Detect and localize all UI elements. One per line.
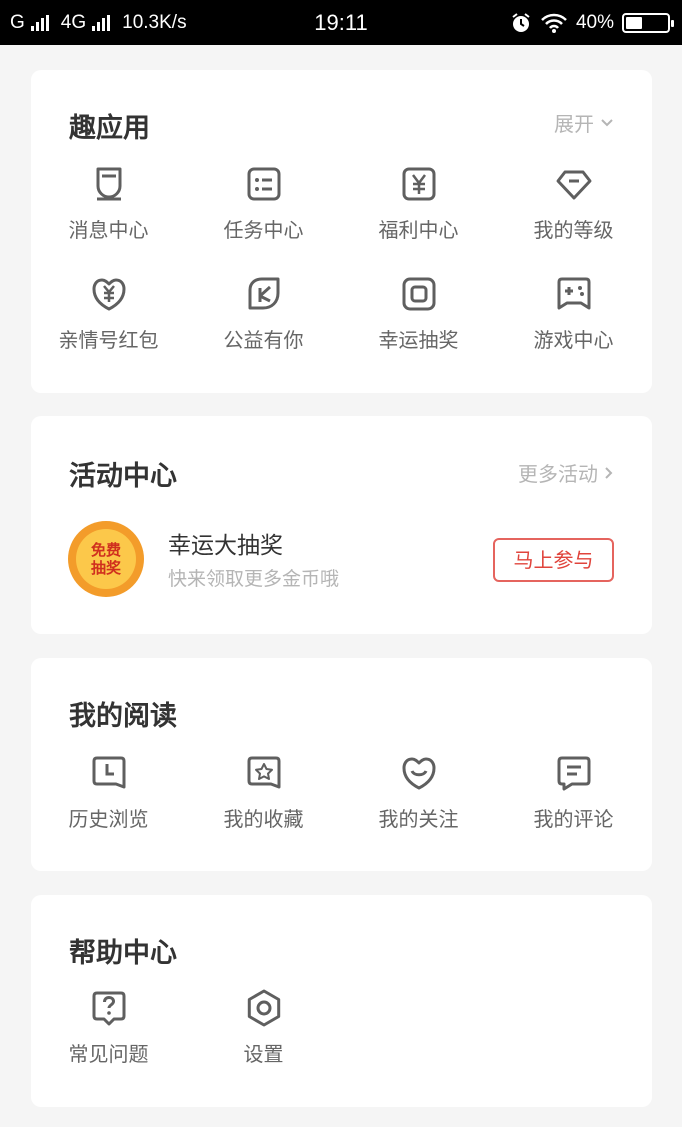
- promo-title: 幸运大抽奖: [168, 533, 283, 559]
- smile-heart-icon: [402, 757, 435, 790]
- gamepad-icon: [557, 277, 590, 310]
- bell-icon: [96, 167, 121, 201]
- status-right: 40%: [510, 0, 674, 45]
- grid-item-favorites[interactable]: 我的收藏: [186, 753, 341, 832]
- grid-item-label: 我的收藏: [223, 807, 304, 831]
- grid-item-my-level[interactable]: 我的等级: [496, 164, 651, 243]
- help-card: 帮助中心 常见问题 设置: [31, 895, 652, 1107]
- chevron-down-icon: [601, 118, 613, 126]
- question-icon: [92, 991, 125, 1026]
- grid-item-label: 亲情号红包: [58, 328, 159, 352]
- grid-item-label: 我的等级: [533, 218, 614, 242]
- grid-item-game-center[interactable]: 游戏中心: [496, 274, 651, 353]
- battery-fill: [626, 16, 642, 29]
- more-activities-link[interactable]: 更多活动: [518, 458, 614, 487]
- grid-item-label: 任务中心: [223, 218, 304, 242]
- help-title: 帮助中心: [69, 938, 177, 969]
- battery-percent: 40%: [575, 11, 614, 33]
- grid-item-lucky-draw[interactable]: 幸运抽奖: [341, 274, 496, 353]
- grid-item-label: 我的评论: [533, 807, 614, 831]
- comment-icon: [557, 756, 590, 791]
- more-activities-label: 更多活动: [518, 462, 598, 486]
- wifi-icon: [541, 13, 567, 33]
- grid-item-settings[interactable]: 设置: [186, 988, 341, 1067]
- grid-item-family-red-packet[interactable]: 亲情号红包: [31, 274, 186, 353]
- activity-card: 活动中心 更多活动 免费 抽奖 幸运大抽奖 快来领取更多金币哦 马上参与: [31, 416, 652, 634]
- activity-title: 活动中心: [69, 461, 177, 492]
- grid-item-label: 公益有你: [223, 328, 304, 352]
- grid-item-label: 设置: [243, 1042, 284, 1066]
- grid-item-label: 常见问题: [68, 1042, 149, 1066]
- grid-item-comments[interactable]: 我的评论: [496, 753, 651, 832]
- battery-icon: [622, 12, 674, 33]
- grid-item-label: 历史浏览: [68, 807, 149, 831]
- fun-apps-card: 趣应用 展开 消息中心 任务中心 福利中心 我的等级 亲情号红包 公益有你 幸运…: [31, 70, 652, 393]
- free-draw-badge-inner: 免费 抽奖: [76, 529, 136, 589]
- expand-button[interactable]: 展开: [554, 108, 614, 137]
- grid-item-label: 消息中心: [68, 218, 149, 242]
- star-icon: [247, 756, 280, 789]
- yuan-heart-icon: [92, 278, 125, 311]
- alarm-icon: [512, 12, 530, 32]
- grid-item-label: 游戏中心: [533, 328, 614, 352]
- reading-title: 我的阅读: [69, 701, 177, 732]
- grid-item-faq[interactable]: 常见问题: [31, 988, 186, 1067]
- task-list-icon: [247, 167, 280, 201]
- expand-label: 展开: [554, 112, 594, 136]
- clock-icon: [92, 756, 125, 789]
- badge-line2: 抽奖: [90, 559, 121, 577]
- grid-item-label: 我的关注: [378, 807, 459, 831]
- promo-subtitle: 快来领取更多金币哦: [168, 568, 340, 590]
- grid-item-history[interactable]: 历史浏览: [31, 753, 186, 832]
- grid-item-label: 福利中心: [378, 218, 459, 242]
- grid-item-label: 幸运抽奖: [378, 328, 459, 352]
- yuan-box-icon: [402, 167, 435, 201]
- grid-item-message-center[interactable]: 消息中心: [31, 164, 186, 243]
- diamond-icon: [556, 170, 591, 200]
- grid-item-following[interactable]: 我的关注: [341, 753, 496, 832]
- settings-icon: [247, 989, 280, 1027]
- grid-item-welfare-center[interactable]: 福利中心: [341, 164, 496, 243]
- status-bar: G 4G 10.3K/s 19:11 40%: [0, 0, 682, 45]
- lucky-box-icon: [402, 277, 435, 311]
- reading-card: 我的阅读 历史浏览 我的收藏 我的关注 我的评论: [31, 658, 652, 871]
- fun-apps-title: 趣应用: [69, 113, 150, 144]
- free-draw-badge[interactable]: 免费 抽奖: [68, 521, 144, 597]
- grid-item-task-center[interactable]: 任务中心: [186, 164, 341, 243]
- grid-item-charity[interactable]: 公益有你: [186, 274, 341, 353]
- badge-line1: 免费: [90, 541, 121, 559]
- join-now-button[interactable]: 马上参与: [493, 538, 614, 582]
- chevron-right-icon: [605, 466, 613, 479]
- leaf-icon: [248, 277, 279, 310]
